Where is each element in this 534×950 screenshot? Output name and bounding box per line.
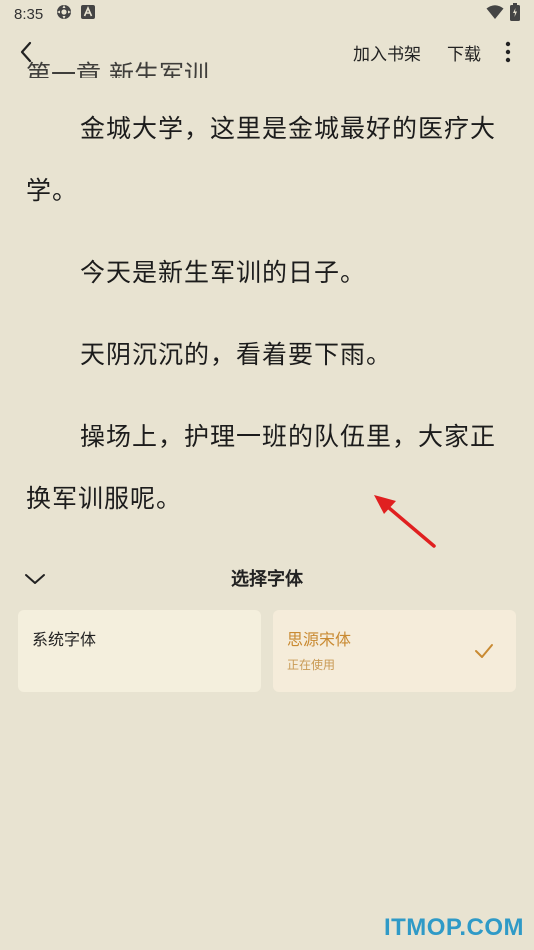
font-option-source-han-serif[interactable]: 思源宋体 正在使用: [273, 610, 516, 692]
status-bar: 8:35: [0, 0, 534, 28]
paragraph-1: 金城大学，这里是金城最好的医疗大学。: [26, 114, 497, 205]
paragraph-2: 今天是新生军训的日子。: [80, 258, 367, 287]
reader-page: 8:35 加入书架 下载 第一章 新生军训 金城大学，这里是金城最好的医疗大学。…: [0, 0, 534, 950]
font-option-name: 思源宋体: [287, 630, 352, 649]
font-option-system[interactable]: 系统字体: [18, 610, 261, 692]
font-panel-header: 选择字体: [0, 556, 534, 600]
status-time: 8:35: [14, 5, 44, 23]
font-option-status: 正在使用: [287, 658, 336, 672]
font-options: 系统字体 思源宋体 正在使用: [18, 610, 516, 692]
partial-text-line: 第一章 新生军训: [26, 60, 209, 78]
annotation-arrow: [374, 495, 436, 548]
watermark: ITMOP.COM: [383, 914, 524, 941]
settings-icon: [55, 3, 73, 25]
chevron-down-icon: [25, 574, 45, 584]
text-a-icon: [81, 5, 96, 23]
reading-content: 第一章 新生军训 金城大学，这里是金城最好的医疗大学。 今天是新生军训的日子。 …: [0, 60, 534, 540]
check-icon: [475, 644, 493, 658]
font-panel-title: 选择字体: [231, 569, 303, 590]
font-option-name: 系统字体: [32, 630, 97, 649]
collapse-panel-button[interactable]: [22, 566, 48, 592]
battery-icon: [510, 3, 520, 25]
wifi-icon: [486, 4, 504, 24]
paragraph-3: 天阴沉沉的，看着要下雨。: [80, 340, 393, 369]
